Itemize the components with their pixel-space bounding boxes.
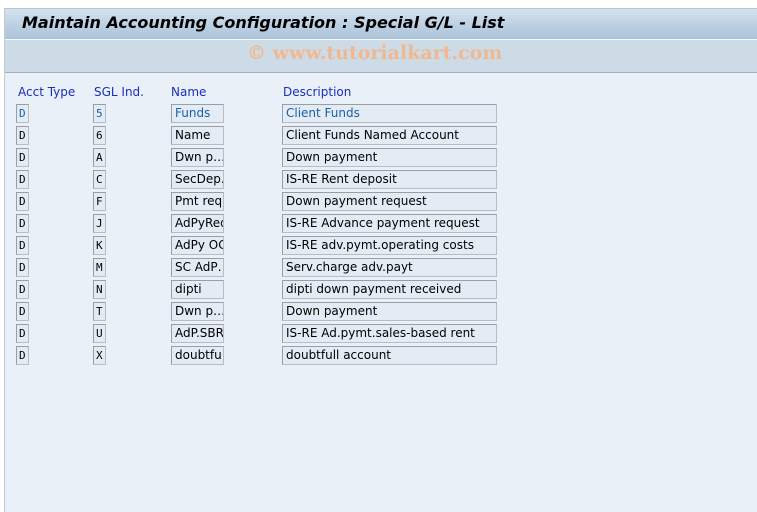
acct-type-field[interactable]: D (16, 302, 29, 321)
description-field[interactable]: Client Funds Named Account (282, 126, 497, 145)
name-field[interactable]: Dwn p… (171, 302, 224, 321)
acct-type-field[interactable]: D (16, 170, 29, 189)
page-title: Maintain Accounting Configuration : Spec… (22, 13, 505, 32)
name-field[interactable]: Pmt req (171, 192, 224, 211)
description-field[interactable]: IS-RE adv.pymt.operating costs (282, 236, 497, 255)
sgl-ind-field[interactable]: C (93, 170, 106, 189)
name-field[interactable]: AdP.SBR (171, 324, 224, 343)
description-field[interactable]: Down payment request (282, 192, 497, 211)
column-header-description[interactable]: Description (283, 85, 351, 99)
name-field[interactable]: doubtfu (171, 346, 224, 365)
sgl-ind-field[interactable]: A (93, 148, 106, 167)
description-field[interactable]: IS-RE Rent deposit (282, 170, 497, 189)
description-field[interactable]: dipti down payment received (282, 280, 497, 299)
acct-type-field[interactable]: D (16, 192, 29, 211)
name-field[interactable]: Dwn p… (171, 148, 224, 167)
name-field[interactable]: Name (171, 126, 224, 145)
acct-type-field[interactable]: D (16, 126, 29, 145)
acct-type-field[interactable]: D (16, 148, 29, 167)
description-field[interactable]: Serv.charge adv.payt (282, 258, 497, 277)
acct-type-field[interactable]: D (16, 324, 29, 343)
name-field[interactable]: Funds (171, 104, 224, 123)
sgl-ind-field[interactable]: J (93, 214, 106, 233)
acct-type-field[interactable]: D (16, 236, 29, 255)
sgl-ind-field[interactable]: U (93, 324, 106, 343)
sgl-ind-field[interactable]: 5 (93, 104, 106, 123)
column-header-name[interactable]: Name (171, 85, 206, 99)
description-field[interactable]: IS-RE Advance payment request (282, 214, 497, 233)
acct-type-field[interactable]: D (16, 280, 29, 299)
name-field[interactable]: AdPyReq (171, 214, 224, 233)
sgl-ind-field[interactable]: N (93, 280, 106, 299)
column-header-acct-type[interactable]: Acct Type (18, 85, 75, 99)
sgl-ind-field[interactable]: K (93, 236, 106, 255)
sgl-ind-field[interactable]: M (93, 258, 106, 277)
sgl-ind-field[interactable]: F (93, 192, 106, 211)
sgl-ind-field[interactable]: T (93, 302, 106, 321)
description-field[interactable]: Client Funds (282, 104, 497, 123)
application-toolbar: © www.tutorialkart.com (5, 40, 757, 73)
description-field[interactable]: Down payment (282, 148, 497, 167)
acct-type-field[interactable]: D (16, 104, 29, 123)
column-header-sgl-ind[interactable]: SGL Ind. (94, 85, 144, 99)
name-field[interactable]: SC AdP… (171, 258, 224, 277)
name-field[interactable]: SecDep. (171, 170, 224, 189)
description-field[interactable]: IS-RE Ad.pymt.sales-based rent (282, 324, 497, 343)
acct-type-field[interactable]: D (16, 258, 29, 277)
acct-type-field[interactable]: D (16, 346, 29, 365)
description-field[interactable]: doubtfull account (282, 346, 497, 365)
acct-type-field[interactable]: D (16, 214, 29, 233)
name-field[interactable]: AdPy OC (171, 236, 224, 255)
sap-window: Maintain Accounting Configuration : Spec… (4, 8, 757, 512)
name-field[interactable]: dipti (171, 280, 224, 299)
sgl-ind-field[interactable]: 6 (93, 126, 106, 145)
description-field[interactable]: Down payment (282, 302, 497, 321)
title-bar: Maintain Accounting Configuration : Spec… (5, 9, 757, 40)
watermark: © www.tutorialkart.com (247, 42, 503, 64)
sgl-ind-field[interactable]: X (93, 346, 106, 365)
